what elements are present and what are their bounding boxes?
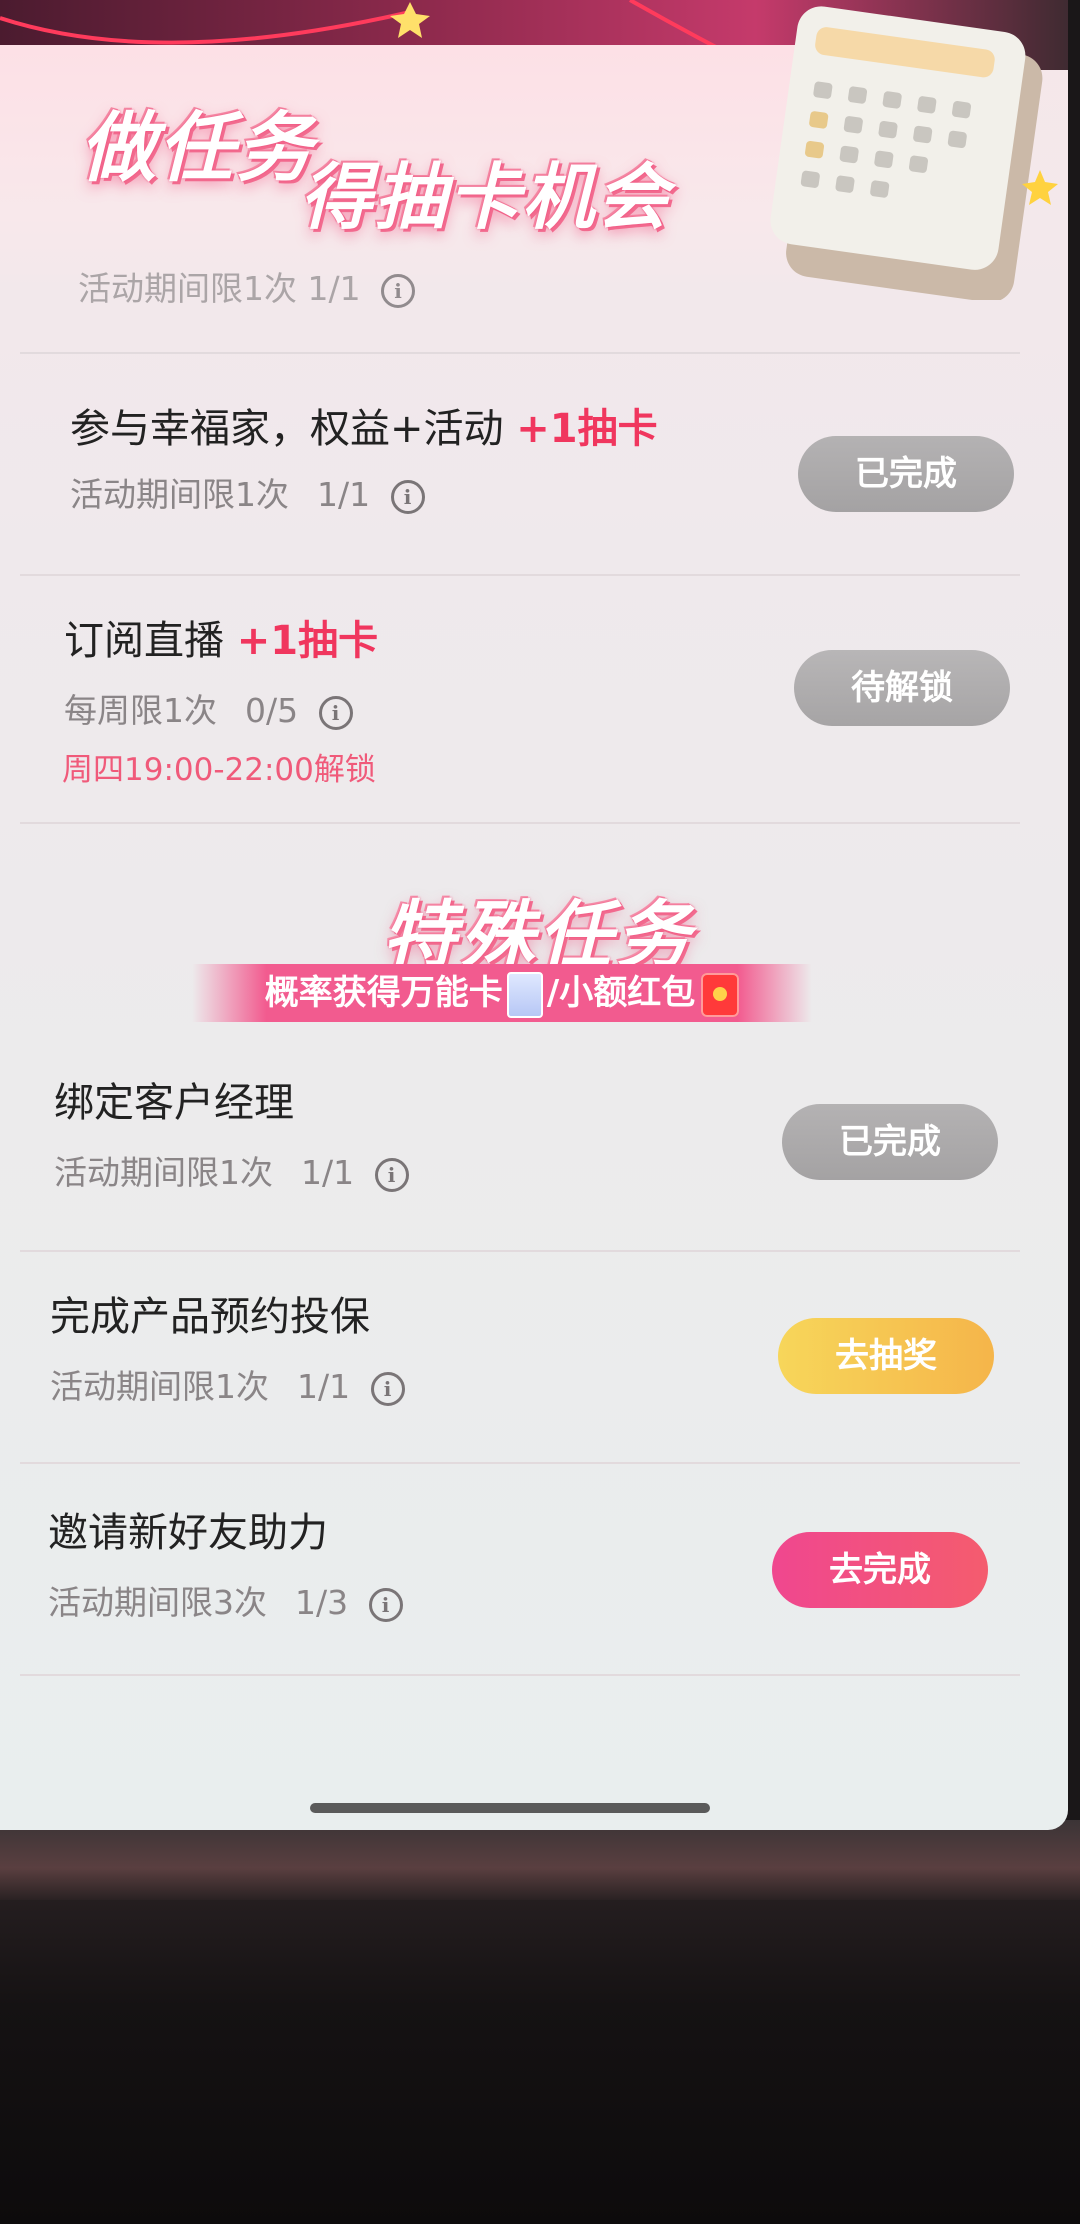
divider: [20, 1674, 1020, 1676]
task-limit: 活动期间限3次: [48, 1583, 267, 1622]
banner-text-part2: /小额红包: [546, 973, 696, 1013]
partial-task-meta: 活动期间限1次 1/1 i: [78, 262, 416, 310]
task-meta: 活动期间限1次 1/1 i: [50, 1360, 405, 1408]
phone-screen: 做任务 得抽卡机会 活动期间限1次 1/1 i 参与幸福家，权益+活动 +1抽卡…: [0, 0, 1068, 1830]
task-reward: +1抽卡: [516, 406, 658, 452]
phone-frame: [0, 1820, 1080, 1900]
task-title-text: 订阅直播: [64, 618, 224, 664]
task-progress: 0/5: [245, 691, 299, 730]
task-progress: 1/1: [301, 1153, 355, 1192]
info-icon[interactable]: i: [370, 1371, 405, 1406]
unlock-time-note: 周四19:00-22:00解锁: [62, 752, 376, 788]
task-progress: 1/1: [317, 475, 371, 514]
wildcard-icon: [506, 971, 543, 1018]
task-progress: 1/1: [297, 1367, 351, 1406]
divider: [20, 574, 1020, 576]
locked-button[interactable]: 待解锁: [794, 650, 1010, 726]
divider: [20, 1250, 1020, 1252]
red-packet-icon: [701, 972, 740, 1017]
info-icon[interactable]: i: [381, 273, 416, 308]
banner-text-part1: 概率获得万能卡: [264, 973, 503, 1013]
task-limit: 每周限1次: [64, 691, 217, 730]
task-title: 邀请新好友助力: [48, 1510, 328, 1556]
hero-title-part2: 得抽卡机会: [300, 155, 671, 239]
task-meta: 活动期间限1次 1/1 i: [54, 1146, 409, 1194]
info-icon[interactable]: i: [390, 479, 425, 514]
partial-meta-text: 活动期间限1次 1/1: [78, 269, 361, 308]
task-title: 绑定客户经理: [54, 1080, 294, 1126]
draw-prize-button[interactable]: 去抽奖: [778, 1318, 994, 1394]
info-icon[interactable]: i: [318, 695, 353, 730]
task-meta: 活动期间限3次 1/3 i: [48, 1576, 403, 1624]
home-indicator[interactable]: [310, 1803, 710, 1813]
task-reward: +1抽卡: [236, 618, 379, 664]
task-title-text: 参与幸福家，权益+活动: [70, 406, 504, 452]
task-title: 订阅直播 +1抽卡: [64, 608, 378, 666]
task-title: 完成产品预约投保: [50, 1294, 370, 1340]
divider: [20, 352, 1020, 354]
task-limit: 活动期间限1次: [54, 1153, 273, 1192]
hero-title-part1: 做任务: [80, 103, 314, 192]
calendar-icon: [770, 6, 1058, 300]
task-meta: 活动期间限1次 1/1 i: [70, 468, 425, 516]
completed-button[interactable]: 已完成: [782, 1104, 998, 1180]
task-meta: 每周限1次 0/5 i: [64, 684, 353, 732]
photo-background: [0, 1860, 1080, 2224]
go-complete-button[interactable]: 去完成: [772, 1532, 988, 1608]
divider: [20, 1462, 1020, 1464]
special-tasks-banner: 概率获得万能卡/小额红包: [192, 964, 812, 1022]
task-title: 参与幸福家，权益+活动 +1抽卡: [70, 396, 658, 454]
task-limit: 活动期间限1次: [70, 475, 289, 514]
info-icon[interactable]: i: [374, 1157, 409, 1192]
divider: [20, 822, 1020, 824]
completed-button[interactable]: 已完成: [798, 436, 1014, 512]
task-limit: 活动期间限1次: [50, 1367, 269, 1406]
info-icon[interactable]: i: [368, 1587, 403, 1622]
task-progress: 1/3: [295, 1583, 349, 1622]
